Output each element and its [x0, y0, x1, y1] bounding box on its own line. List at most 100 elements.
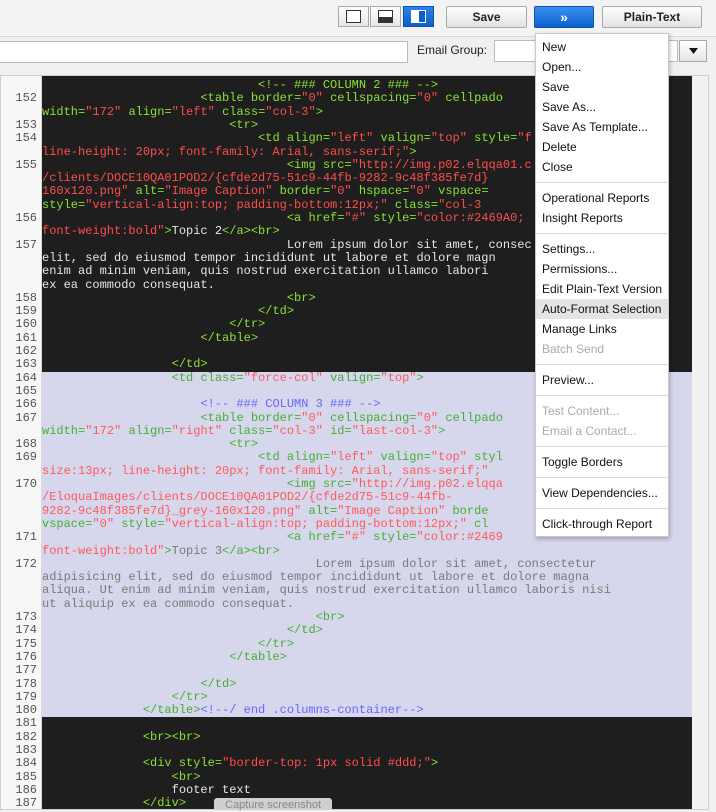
menu-item-manage-links[interactable]: Manage Links: [536, 319, 668, 339]
menu-item-open[interactable]: Open...: [536, 57, 668, 77]
code-token: "0": [409, 184, 439, 199]
split-bottom-view-button[interactable]: [370, 6, 401, 27]
code-token: /EloquaImages/clients/DOCE10QA01POD2/{cf…: [42, 490, 453, 505]
menu-item-preview[interactable]: Preview...: [536, 370, 668, 390]
code-line[interactable]: </table>: [42, 330, 259, 345]
code-token: style=: [178, 756, 223, 771]
menu-item-close[interactable]: Close: [536, 157, 668, 177]
code-token: "force-col": [243, 370, 331, 385]
save-button[interactable]: Save: [446, 6, 527, 28]
code-line[interactable]: <a href="#" style="color:#2469: [42, 531, 503, 544]
email-group-dropdown-button[interactable]: [679, 40, 707, 62]
code-line[interactable]: <img src="http://img.p02.elqqa: [42, 477, 503, 491]
code-token: "border-top: 1px solid #ddd;": [222, 756, 431, 771]
code-token: "col-3": [265, 104, 316, 119]
code-line[interactable]: footer text: [42, 783, 251, 797]
code-line[interactable]: enim ad minim veniam, quis nostrud exerc…: [42, 265, 488, 278]
menu-item-settings[interactable]: Settings...: [536, 239, 668, 259]
plain-text-button[interactable]: Plain-Text: [602, 6, 702, 28]
code-line[interactable]: elit, sed do eiusmod tempor incididunt u…: [42, 251, 496, 265]
menu-item-view-dependencies[interactable]: View Dependencies...: [536, 483, 668, 503]
code-token: "http://img.p02.elqqa: [351, 477, 503, 491]
menu-item-permissions[interactable]: Permissions...: [536, 259, 668, 279]
code-line[interactable]: ut aliquip ex ea commodo consequat.: [42, 597, 294, 611]
code-token: </tr>: [229, 317, 266, 332]
code-line[interactable]: Lorem ipsum dolor sit amet, consectetur: [42, 557, 597, 571]
code-line[interactable]: font-weight:bold">Topic 3</a><br>: [42, 544, 280, 558]
code-line[interactable]: line-height: 20px; font-family: Arial, s…: [42, 145, 416, 159]
code-token: <td: [258, 131, 287, 146]
code-line[interactable]: font-weight:bold">Topic 2</a><br>: [42, 225, 280, 238]
menu-item-click-through-report[interactable]: Click-through Report: [536, 514, 668, 534]
code-line[interactable]: width="172" align="left" class="col-3">: [42, 104, 323, 119]
code-line[interactable]: </td>: [42, 677, 236, 691]
code-line[interactable]: <br>: [42, 770, 201, 784]
code-line[interactable]: <!-- ### COLUMN 2 ### -->: [42, 78, 438, 92]
code-line[interactable]: </div>: [42, 797, 186, 809]
code-line[interactable]: <div style="border-top: 1px solid #ddd;"…: [42, 757, 438, 770]
editor-scrollbar[interactable]: [692, 76, 708, 809]
menu-separator: [536, 446, 668, 447]
code-line[interactable]: <br>: [42, 610, 345, 624]
code-line[interactable]: <br>: [42, 291, 316, 305]
code-line[interactable]: size:13px; line-height: 20px; font-famil…: [42, 464, 488, 478]
menu-item-edit-plain-text-version[interactable]: Edit Plain-Text Version: [536, 279, 668, 299]
code-line[interactable]: aliqua. Ut enim ad minim veniam, quis no…: [42, 584, 611, 597]
code-token: styl: [474, 450, 503, 465]
code-line[interactable]: /EloquaImages/clients/DOCE10QA01POD2/{cf…: [42, 491, 452, 504]
code-token: "col-3": [272, 423, 331, 438]
code-token: <tr>: [229, 437, 259, 452]
code-line[interactable]: /clients/DOCE10QA01POD2/{cfde2d75-51c9-4…: [42, 171, 488, 185]
code-line[interactable]: style="vertical-align:top; padding-botto…: [42, 198, 481, 212]
code-line[interactable]: 9282-9c48f385fe7d}_grey-160x120.png" alt…: [42, 504, 489, 518]
code-line[interactable]: </tr>: [42, 637, 294, 651]
code-line[interactable]: <a href="#" style="color:#2469A0;: [42, 211, 532, 225]
code-token: "left": [171, 104, 223, 119]
code-line[interactable]: </td>: [42, 358, 208, 371]
code-line[interactable]: </td>: [42, 304, 294, 318]
code-token: "Image Caption": [164, 184, 280, 199]
line-number: 186: [15, 782, 37, 797]
code-line[interactable]: </table><!--/ end .columns-container-->: [42, 703, 424, 717]
line-number: 169: [15, 450, 37, 465]
code-token: </table>: [200, 330, 259, 345]
menu-item-save-as[interactable]: Save As...: [536, 97, 668, 117]
subject-field[interactable]: [0, 41, 408, 63]
code-line[interactable]: <!-- ### COLUMN 3 ### -->: [42, 398, 380, 411]
code-line[interactable]: <tr>: [42, 437, 259, 452]
code-line[interactable]: width="172" align="right" class="col-3" …: [42, 423, 445, 438]
code-line[interactable]: </table>: [42, 650, 287, 664]
single-pane-view-button[interactable]: [338, 6, 369, 27]
code-line[interactable]: <td align="left" valign="top" style="f: [42, 132, 532, 145]
code-token: valign=: [330, 370, 381, 385]
code-line[interactable]: vspace="0" style="vertical-align:top; pa…: [42, 517, 489, 531]
menu-item-save[interactable]: Save: [536, 77, 668, 97]
menu-item-operational-reports[interactable]: Operational Reports: [536, 188, 668, 208]
code-line[interactable]: ex ea commodo consequat.: [42, 278, 215, 292]
menu-item-toggle-borders[interactable]: Toggle Borders: [536, 452, 668, 472]
code-line[interactable]: <table border="0" cellspacing="0" cellpa…: [42, 411, 503, 425]
code-line[interactable]: Lorem ipsum dolor sit amet, consec: [42, 238, 532, 252]
code-line[interactable]: <br><br>: [42, 730, 201, 744]
code-line[interactable]: <td class="force-col" valign="top">: [42, 370, 424, 385]
code-token: style=: [373, 211, 417, 225]
code-line[interactable]: </tr>: [42, 690, 208, 704]
code-line[interactable]: 160x120.png" alt="Image Caption" border=…: [42, 185, 489, 198]
code-line[interactable]: </td>: [42, 624, 323, 637]
code-line[interactable]: </tr>: [42, 318, 265, 331]
split-right-view-button[interactable]: [403, 6, 434, 27]
code-line[interactable]: <td align="left" valign="top" styl: [42, 451, 503, 464]
code-line[interactable]: <img src="http://img.p02.elqqa01.c: [42, 158, 532, 172]
more-actions-button[interactable]: »: [534, 6, 594, 28]
code-line[interactable]: <tr>: [42, 118, 258, 132]
menu-item-new[interactable]: New: [536, 37, 668, 57]
code-line[interactable]: <table border="0" cellspacing="0" cellpa…: [42, 92, 503, 105]
menu-item-insight-reports[interactable]: Insight Reports: [536, 208, 668, 228]
menu-item-save-as-template[interactable]: Save As Template...: [536, 117, 668, 137]
menu-item-auto-format-selection[interactable]: Auto-Format Selection: [536, 299, 668, 319]
code-line[interactable]: adipisicing elit, sed do eiusmod tempor …: [42, 570, 589, 584]
menu-item-delete[interactable]: Delete: [536, 137, 668, 157]
